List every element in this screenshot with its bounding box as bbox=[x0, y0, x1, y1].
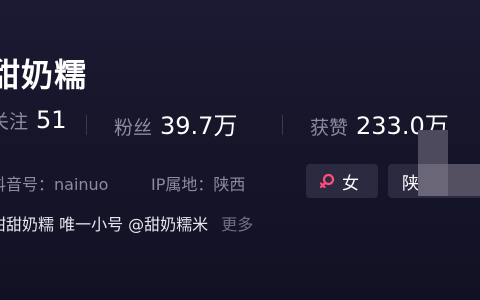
bio-text: 甜甜奶糯 唯一小号 @甜奶糯米 bbox=[0, 215, 209, 234]
profile-name: 甜奶糯 bbox=[0, 56, 88, 94]
stat-following-value: 51 bbox=[36, 106, 67, 134]
gender-tag-label: 女 bbox=[342, 173, 359, 194]
stat-following[interactable]: 关注 51 bbox=[0, 106, 67, 140]
stat-divider bbox=[86, 115, 87, 135]
female-icon bbox=[319, 173, 335, 189]
ip-location: IP属地：陕西 bbox=[151, 175, 246, 194]
gender-tag: 女 bbox=[306, 164, 378, 198]
profile-bio: 甜甜奶糯 唯一小号 @甜奶糯米 更多 bbox=[0, 211, 253, 235]
stat-followers-value: 39.7万 bbox=[160, 112, 238, 140]
stat-likes-label: 获赞 bbox=[310, 117, 349, 139]
profile-stats: 关注 51 粉丝 39.7万 获赞 233.0万 bbox=[0, 106, 480, 140]
stat-followers-label: 粉丝 bbox=[114, 117, 153, 139]
mosaic-block bbox=[418, 130, 448, 164]
stat-divider bbox=[282, 115, 283, 135]
stat-followers[interactable]: 粉丝 39.7万 bbox=[114, 106, 237, 140]
profile-meta: 抖音号：nainuo IP属地：陕西 女 陕西 bbox=[0, 164, 480, 198]
profile-header: 甜奶糯 关注 51 粉丝 39.7万 获赞 233.0万 抖音号：nainuo … bbox=[0, 0, 480, 300]
bio-more-link[interactable]: 更多 bbox=[221, 215, 253, 234]
mosaic-block bbox=[418, 164, 448, 196]
mosaic-block bbox=[448, 164, 480, 196]
douyin-id[interactable]: 抖音号：nainuo bbox=[0, 171, 108, 195]
stat-following-label: 关注 bbox=[0, 111, 29, 133]
